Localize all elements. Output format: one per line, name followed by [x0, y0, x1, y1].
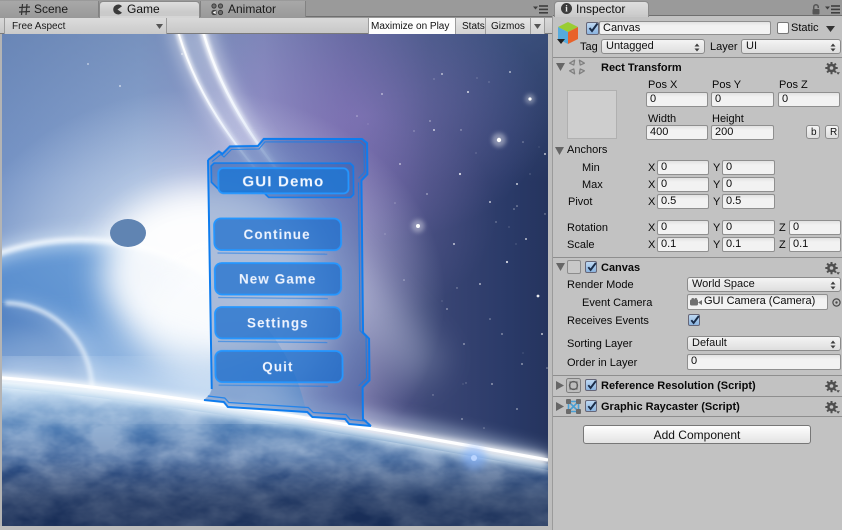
svg-text:GUI Demo: GUI Demo: [242, 173, 324, 190]
svg-text:Settings: Settings: [247, 316, 309, 331]
svg-text:New Game: New Game: [239, 272, 317, 287]
svg-text:Quit: Quit: [262, 359, 293, 374]
svg-text:Continue: Continue: [243, 227, 310, 242]
